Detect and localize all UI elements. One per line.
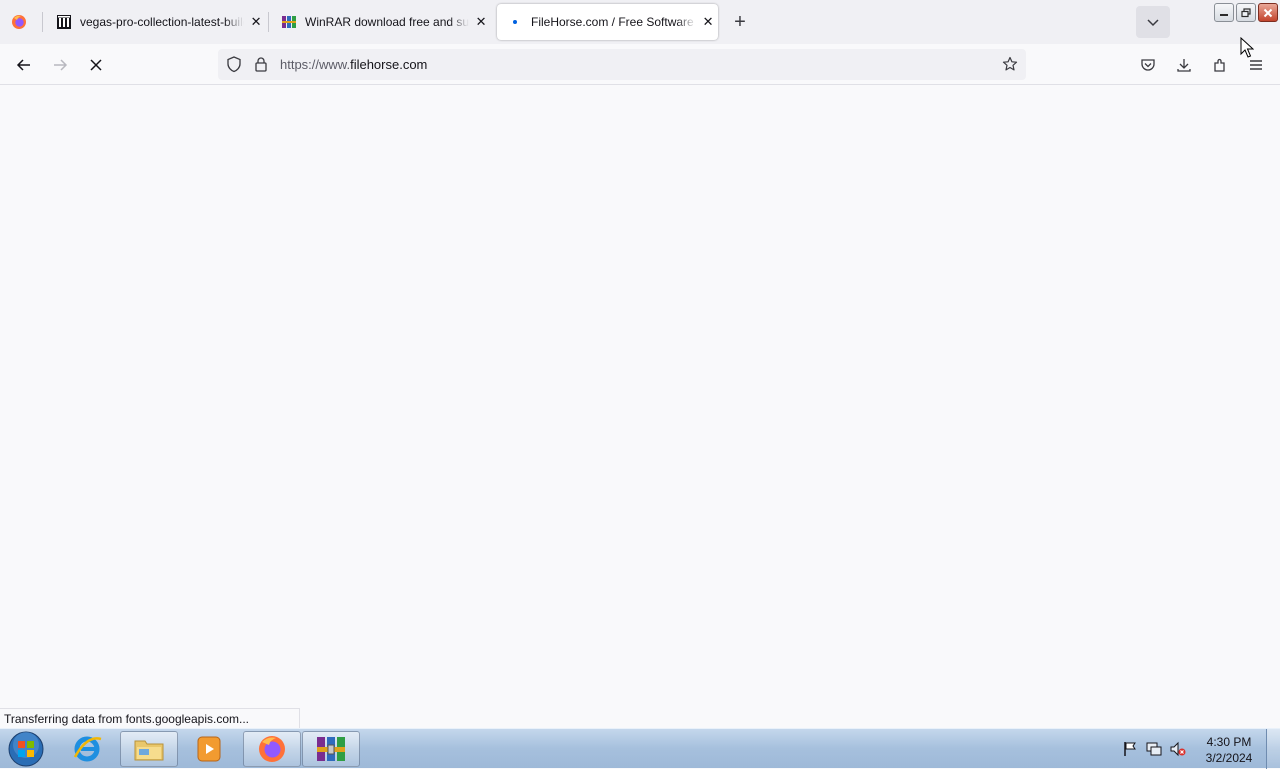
restore-icon [1241,7,1251,17]
windows-taskbar: 4:30 PM 3/2/2024 [0,728,1280,769]
url-text[interactable]: https://www.filehorse.com [280,57,427,72]
start-button[interactable] [6,731,46,767]
tab-winrar[interactable]: WinRAR download free and support ✕ [271,4,491,40]
tab-title: FileHorse.com / Free Software Downloads [531,15,696,29]
loading-dot-icon [507,14,523,30]
volume-muted-icon[interactable] [1169,741,1187,757]
tab-separator [42,12,43,32]
winrar-books-icon [281,14,297,30]
tab-separator [268,12,269,32]
back-button[interactable] [11,52,37,78]
lock-icon[interactable] [254,56,268,77]
url-scheme: https://www. [280,57,351,72]
pocket-icon [1141,59,1155,71]
minimize-icon [1220,13,1228,16]
winrar-books-icon [317,737,345,761]
close-tab-icon[interactable]: ✕ [246,12,266,32]
firefox-view-button[interactable] [8,11,30,33]
forward-button[interactable] [47,52,73,78]
tab-filehorse[interactable]: FileHorse.com / Free Software Downloads … [497,4,718,40]
taskbar-firefox[interactable] [243,731,301,767]
taskbar-media-player[interactable] [180,731,238,767]
windows-start-orb-icon [8,731,44,767]
stop-x-icon [90,59,102,71]
bookmark-star-icon[interactable] [1002,56,1018,77]
extensions-button[interactable] [1207,52,1233,78]
firefox-icon [259,736,285,762]
tab-bar: vegas-pro-collection-latest-build ✕ WinR… [0,0,1280,44]
close-icon [1263,8,1273,17]
clock-time: 4:30 PM [1206,735,1252,749]
downloads-button[interactable] [1171,52,1197,78]
back-arrow-icon [16,59,30,71]
action-center-flag-icon[interactable] [1121,741,1139,757]
firefox-icon [12,15,26,29]
forward-arrow-icon [54,59,68,71]
url-host: filehorse.com [350,57,428,72]
new-tab-button[interactable]: + [728,11,752,33]
show-desktop-button[interactable] [1266,729,1280,769]
puzzle-piece-icon [1214,58,1225,72]
mouse-cursor-icon [1240,37,1254,58]
system-clock[interactable]: 4:30 PM 3/2/2024 [1196,734,1262,766]
minimize-button[interactable] [1214,3,1234,22]
clock-date: 3/2/2024 [1205,751,1253,765]
close-tab-icon[interactable]: ✕ [471,12,491,32]
status-panel: Transferring data from fonts.googleapis.… [0,708,301,728]
media-player-icon [197,736,221,762]
close-window-button[interactable] [1258,3,1278,22]
archive-building-icon [56,14,72,30]
close-tab-icon[interactable]: ✕ [698,12,718,32]
folder-icon [134,740,164,761]
restore-button[interactable] [1236,3,1256,22]
tracking-protection-shield-icon[interactable] [226,56,242,78]
page-content-area [0,86,1280,728]
tab-vegas-pro[interactable]: vegas-pro-collection-latest-build ✕ [46,4,266,40]
list-all-tabs-button[interactable] [1136,6,1170,38]
download-icon [1177,59,1191,72]
stop-loading-button[interactable] [83,52,109,78]
url-bar[interactable]: https://www.filehorse.com [218,49,1026,80]
chevron-down-icon [1147,19,1159,27]
network-icon[interactable] [1145,741,1163,757]
pocket-button[interactable] [1135,52,1161,78]
navigation-toolbar: https://www.filehorse.com [0,44,1280,85]
taskbar-windows-explorer[interactable] [120,731,178,767]
taskbar-internet-explorer[interactable] [58,731,116,767]
tab-title: vegas-pro-collection-latest-build [80,15,245,29]
taskbar-winrar[interactable] [302,731,360,767]
tab-title: WinRAR download free and support [305,15,470,29]
internet-explorer-icon [73,736,102,762]
hamburger-menu-icon [1250,60,1262,70]
